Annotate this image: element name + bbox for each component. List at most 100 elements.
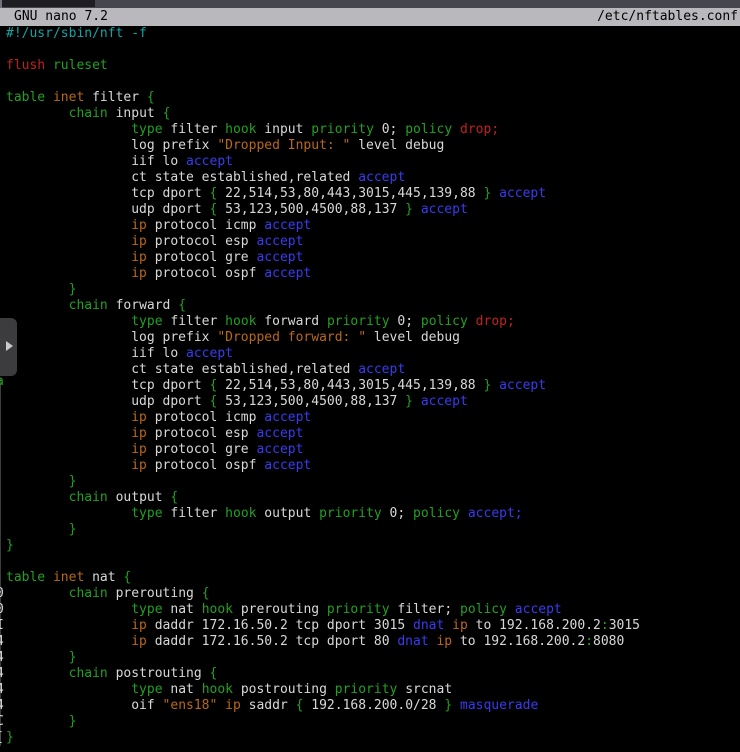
code-token (45, 570, 53, 585)
code-token: chain (69, 298, 108, 313)
code-token: inet (53, 570, 84, 585)
code-token: } (405, 202, 413, 217)
code-token (6, 234, 131, 249)
terminal-screen: { "colors": { "col_w": "#d8d8d8", "col_g… (0, 0, 740, 752)
code-token (6, 586, 69, 601)
code-token: { (123, 570, 131, 585)
code-token: nat (84, 570, 123, 585)
code-token: filter (163, 314, 226, 329)
code-token: table (6, 570, 45, 585)
code-token (217, 698, 225, 713)
code-token: ip (131, 618, 147, 633)
code-token: ip (131, 250, 147, 265)
code-line: log prefix "Dropped Input: " level debug (0, 138, 740, 154)
code-token: ct state established,related (6, 362, 358, 377)
code-token: type (131, 682, 162, 697)
code-token: } (69, 650, 77, 665)
code-token: ip (225, 698, 241, 713)
code-token: accept (499, 186, 546, 201)
code-token (6, 474, 69, 489)
code-token: filter; (390, 602, 460, 617)
edge-fragment-glyph: 4 (0, 682, 4, 698)
edge-fragment-glyph: I (0, 618, 4, 634)
code-line: table inet nat { (0, 570, 740, 586)
code-token: prerouting (233, 602, 327, 617)
code-token (6, 634, 131, 649)
code-token: 22,514,53,80,443,3015,445,139,88 (217, 186, 483, 201)
code-line: type filter hook forward priority 0; pol… (0, 314, 740, 330)
code-token: accept (515, 602, 562, 617)
code-token: priority (311, 122, 374, 137)
code-token: 0; (382, 506, 413, 521)
code-token: ip (131, 442, 147, 457)
novnc-handle[interactable] (0, 318, 17, 376)
editor-content[interactable]: #!/usr/sbin/nft -fflush rulesettable ine… (0, 26, 740, 746)
code-token: inet (53, 90, 84, 105)
code-token: } (6, 730, 14, 745)
code-token: iif lo (6, 154, 186, 169)
code-token: flush (6, 58, 45, 73)
code-token: output (256, 506, 319, 521)
code-token: udp dport (6, 202, 210, 217)
code-token (6, 298, 69, 313)
code-token: to 192.168.200.2 (468, 618, 601, 633)
code-token: accept (186, 346, 233, 361)
code-token: log prefix (6, 138, 217, 153)
code-line: ip protocol esp accept (0, 234, 740, 250)
code-token: accept (421, 202, 468, 217)
edge-fragment-glyph: [ (0, 730, 4, 746)
code-token: chain (69, 490, 108, 505)
code-token: level debug (366, 330, 460, 345)
edge-fragment-glyph: 4 (0, 634, 4, 650)
code-token: ip (452, 618, 468, 633)
code-token: priority (335, 682, 398, 697)
code-token: protocol gre (147, 442, 257, 457)
code-token: : (601, 618, 609, 633)
code-token: iif lo (6, 346, 186, 361)
code-token: chain (69, 666, 108, 681)
code-token: udp dport (6, 394, 210, 409)
code-token: ip (131, 410, 147, 425)
code-token: protocol icmp (147, 410, 264, 425)
code-line: ip daddr 172.16.50.2 tcp dport 80 dnat i… (0, 634, 740, 650)
code-line: ct state established,related accept (0, 362, 740, 378)
code-token: accept (358, 362, 405, 377)
code-token (444, 618, 452, 633)
code-token: protocol icmp (147, 218, 264, 233)
code-token: } (405, 394, 413, 409)
code-token: forward (108, 298, 178, 313)
code-token: hook (202, 602, 233, 617)
code-token (6, 618, 131, 633)
code-token: chain (69, 586, 108, 601)
code-line: } (0, 522, 740, 538)
code-token (6, 218, 131, 233)
code-token: { (178, 298, 186, 313)
code-token (45, 58, 53, 73)
code-line: udp dport { 53,123,500,4500,88,137 } acc… (0, 394, 740, 410)
code-token: accept (256, 426, 303, 441)
code-token: protocol esp (147, 234, 257, 249)
code-line: type filter hook output priority 0; poli… (0, 506, 740, 522)
code-line (0, 554, 740, 570)
code-line: ct state established,related accept (0, 170, 740, 186)
code-token: log prefix (6, 330, 217, 345)
code-token: accept (499, 378, 546, 393)
code-token: tcp dport (6, 378, 210, 393)
code-token: output (108, 490, 171, 505)
code-token: } (69, 474, 77, 489)
code-token: 53,123,500,4500,88,137 (217, 394, 405, 409)
code-token: drop; (460, 122, 499, 137)
code-token: protocol gre (147, 250, 257, 265)
code-token: { (210, 666, 218, 681)
code-token: forward (256, 314, 326, 329)
code-line: } (0, 650, 740, 666)
code-token (468, 314, 476, 329)
code-token (6, 410, 131, 425)
code-line: ip protocol ospf accept (0, 266, 740, 282)
edge-fragment-glyph: 0 (0, 586, 4, 602)
code-token: policy (413, 506, 460, 521)
code-token: daddr 172.16.50.2 tcp dport 80 (147, 634, 397, 649)
code-token: daddr 172.16.50.2 tcp dport 3015 (147, 618, 413, 633)
code-line: ip daddr 172.16.50.2 tcp dport 3015 dnat… (0, 618, 740, 634)
code-token (460, 506, 468, 521)
